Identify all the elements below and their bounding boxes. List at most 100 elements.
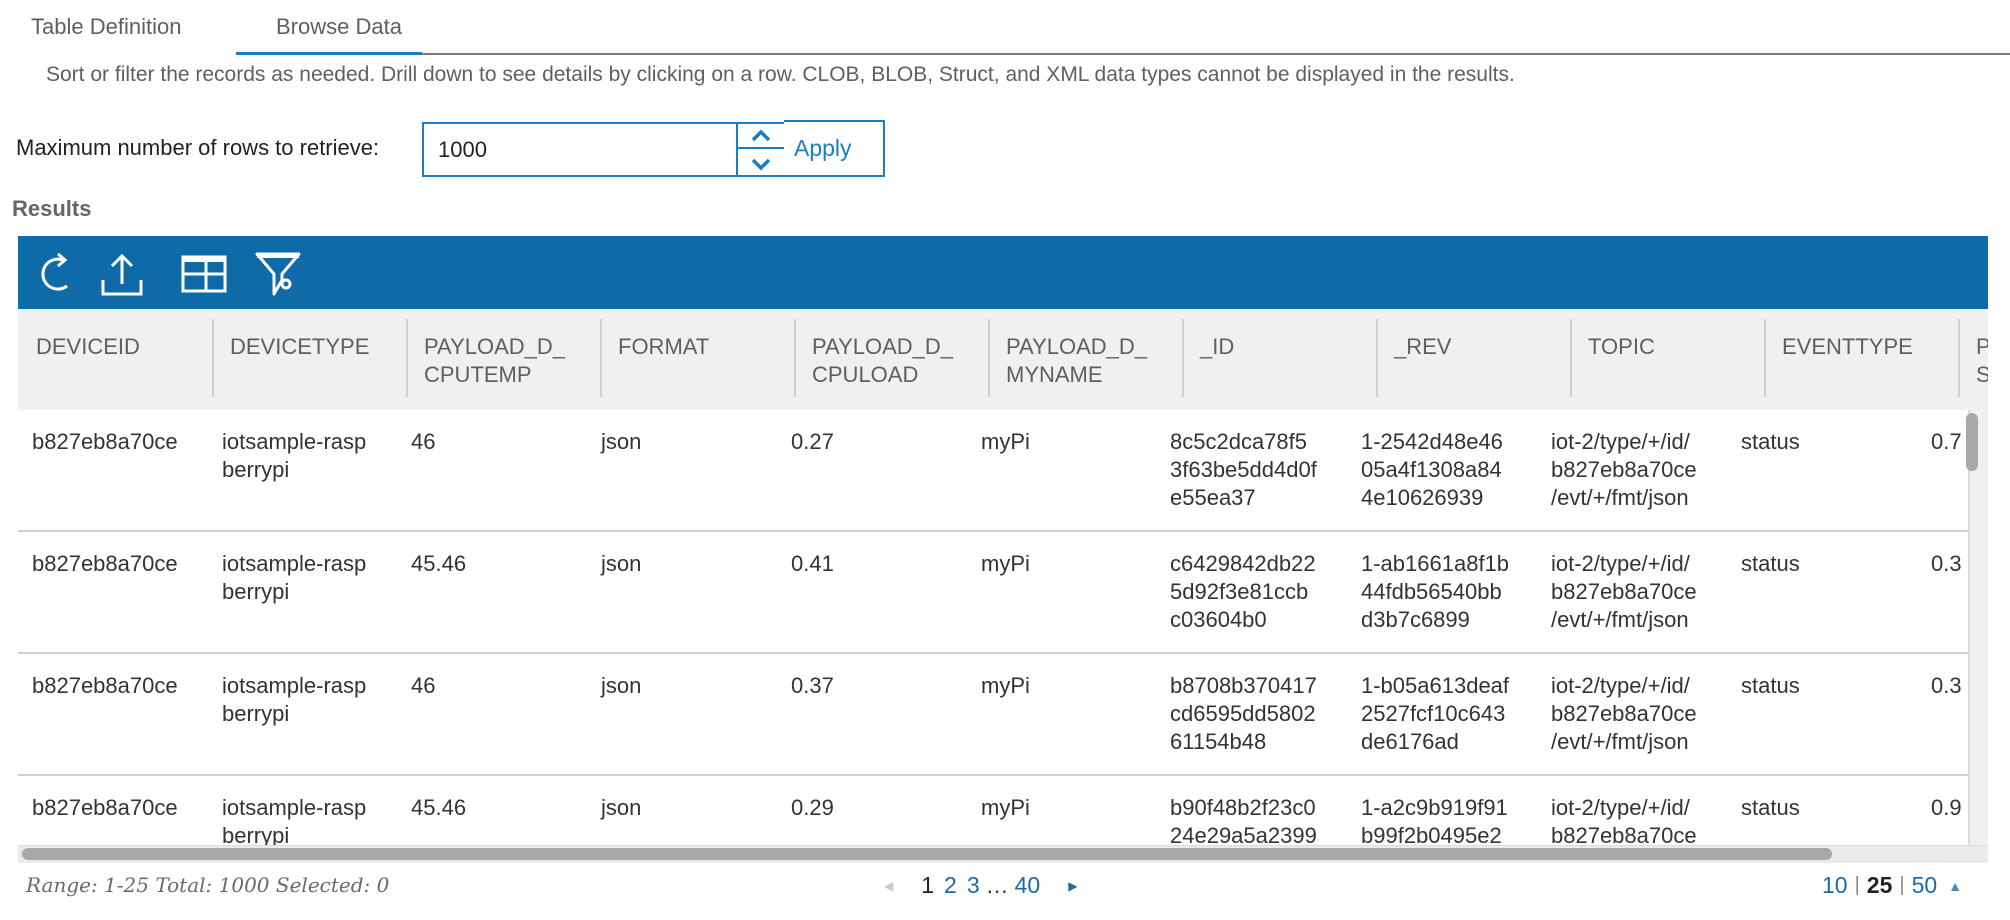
column-divider[interactable] [988,319,990,397]
column-header-eventtype[interactable]: EVENTTYPE [1782,333,1913,361]
max-rows-spinner [736,122,784,177]
page-ellipsis: … [985,872,1009,898]
vertical-scrollbar-track[interactable] [1968,410,1988,845]
cell-deviceid: b827eb8a70ce [32,795,178,820]
cell-eventtype: status [1741,551,1800,576]
page-size-selector: 10 | 25 | 50 ▲ [1822,872,1962,899]
cell-cputemp: 45.46 [411,795,467,820]
column-divider[interactable] [1958,319,1960,397]
vertical-scrollbar-thumb[interactable] [1966,413,1978,471]
cell-topic: iot-2/type/+/id/ b827eb8a70ce [1551,795,1697,845]
scroll-to-top-icon[interactable]: ▲ [1948,878,1962,894]
cell-myname: myPi [981,795,1030,820]
cell-truncated: 0.7 [1931,429,1962,454]
cell-id: 8c5c2dca78f5 3f63be5dd4d0f e55ea37 [1170,429,1317,510]
cell-rev: 1-2542d48e46 05a4f1308a84 4e10626939 [1361,429,1503,510]
column-header-myname[interactable]: PAYLOAD_D_ MYNAME [1006,333,1147,389]
cell-devicetype: iotsample-rasp berrypi [222,551,367,604]
table-row[interactable]: b827eb8a70ce iotsample-rasp berrypi 45.4… [18,532,1968,654]
range-summary: Range: 1-25 Total: 1000 Selected: 0 [26,873,390,897]
column-header-truncated[interactable]: P S [1976,333,1988,389]
refresh-icon[interactable] [32,250,80,298]
page-link[interactable]: 3 [967,872,980,899]
horizontal-scrollbar-thumb[interactable] [22,848,1832,860]
table-row[interactable]: b827eb8a70ce iotsample-rasp berrypi 46 j… [18,654,1968,776]
table-row[interactable]: b827eb8a70ce iotsample-rasp berrypi 45.4… [18,776,1968,845]
cell-rev: 1-ab1661a8f1b 44fdb56540bb d3b7c6899 [1361,551,1510,632]
column-header-cputemp[interactable]: PAYLOAD_D_ CPUTEMP [424,333,565,389]
max-rows-label: Maximum number of rows to retrieve: [16,135,380,160]
cell-truncated: 0.3 [1931,673,1962,698]
column-divider[interactable] [406,319,408,397]
cell-format: json [601,795,642,820]
page-link[interactable]: 2 [944,872,957,899]
page-size-option[interactable]: 10 [1822,872,1848,899]
cell-topic: iot-2/type/+/id/ b827eb8a70ce /evt/+/fmt… [1551,429,1697,510]
cell-myname: myPi [981,673,1030,698]
cell-deviceid: b827eb8a70ce [32,673,178,698]
tab-browse-data[interactable]: Browse Data [276,14,402,40]
page-size-separator: | [1854,874,1860,896]
cell-topic: iot-2/type/+/id/ b827eb8a70ce /evt/+/fmt… [1551,551,1697,632]
cell-eventtype: status [1741,429,1800,454]
column-divider[interactable] [1570,319,1572,397]
column-divider[interactable] [794,319,796,397]
cell-truncated: 0.3 [1931,551,1962,576]
cell-format: json [601,551,642,576]
page-size-separator: | [1899,874,1905,896]
column-divider[interactable] [600,319,602,397]
filter-icon[interactable] [254,250,302,298]
column-header-devicetype[interactable]: DEVICETYPE [230,333,369,361]
cell-cputemp: 46 [411,673,436,698]
cell-eventtype: status [1741,795,1800,820]
cell-cputemp: 45.46 [411,551,467,576]
column-divider[interactable] [1182,319,1184,397]
cell-rev: 1-a2c9b919f91 b99f2b0495e2 [1361,795,1508,845]
active-tab-indicator [236,52,422,55]
apply-button[interactable]: Apply [784,120,885,177]
cell-devicetype: iotsample-rasp berrypi [222,673,367,726]
column-header-rev[interactable]: _REV [1394,333,1451,361]
column-header-deviceid[interactable]: DEVICEID [36,333,140,361]
cell-cpuload: 0.37 [791,673,834,698]
table-row[interactable]: b827eb8a70ce iotsample-rasp berrypi 46 j… [18,410,1968,532]
column-header-id[interactable]: _ID [1200,333,1234,361]
chevron-down-icon [751,158,771,170]
cell-rev: 1-b05a613deaf 2527fcf10c643 de6176ad [1361,673,1510,754]
tab-table-definition[interactable]: Table Definition [31,14,181,40]
cell-eventtype: status [1741,673,1800,698]
previous-page-icon[interactable]: ◀ [884,879,893,893]
instructions-text: Sort or filter the records as needed. Dr… [46,63,1515,86]
page-link-last[interactable]: 40 [1015,872,1041,899]
pagination: ◀ 1 2 3 … 40 ▶ [884,872,1077,899]
results-grid: DEVICEID DEVICETYPE PAYLOAD_D_ CPUTEMP F… [18,309,1988,845]
tab-divider [236,53,2010,55]
cell-cpuload: 0.29 [791,795,834,820]
column-header-cpuload[interactable]: PAYLOAD_D_ CPULOAD [812,333,953,389]
column-divider[interactable] [1764,319,1766,397]
export-icon[interactable] [98,250,146,298]
table-columns-icon[interactable] [180,250,228,298]
column-divider[interactable] [1376,319,1378,397]
column-divider[interactable] [212,319,214,397]
max-rows-input[interactable] [422,122,738,177]
cell-deviceid: b827eb8a70ce [32,429,178,454]
increment-button[interactable] [738,124,784,149]
decrement-button[interactable] [738,151,784,176]
tab-bar: Table Definition Browse Data [0,0,2010,56]
cell-format: json [601,673,642,698]
page-size-option[interactable]: 50 [1912,872,1938,899]
cell-myname: myPi [981,551,1030,576]
cell-topic: iot-2/type/+/id/ b827eb8a70ce /evt/+/fmt… [1551,673,1697,754]
cell-devicetype: iotsample-rasp berrypi [222,795,367,845]
grid-header: DEVICEID DEVICETYPE PAYLOAD_D_ CPUTEMP F… [18,309,1988,410]
page-current: 1 [921,872,935,898]
next-page-icon[interactable]: ▶ [1068,879,1077,893]
column-header-format[interactable]: FORMAT [618,333,709,361]
page-size-selected: 25 [1866,872,1893,898]
cell-devicetype: iotsample-rasp berrypi [222,429,367,482]
cell-deviceid: b827eb8a70ce [32,551,178,576]
column-header-topic[interactable]: TOPIC [1588,333,1655,361]
cell-cpuload: 0.27 [791,429,834,454]
chevron-up-icon [751,129,771,141]
